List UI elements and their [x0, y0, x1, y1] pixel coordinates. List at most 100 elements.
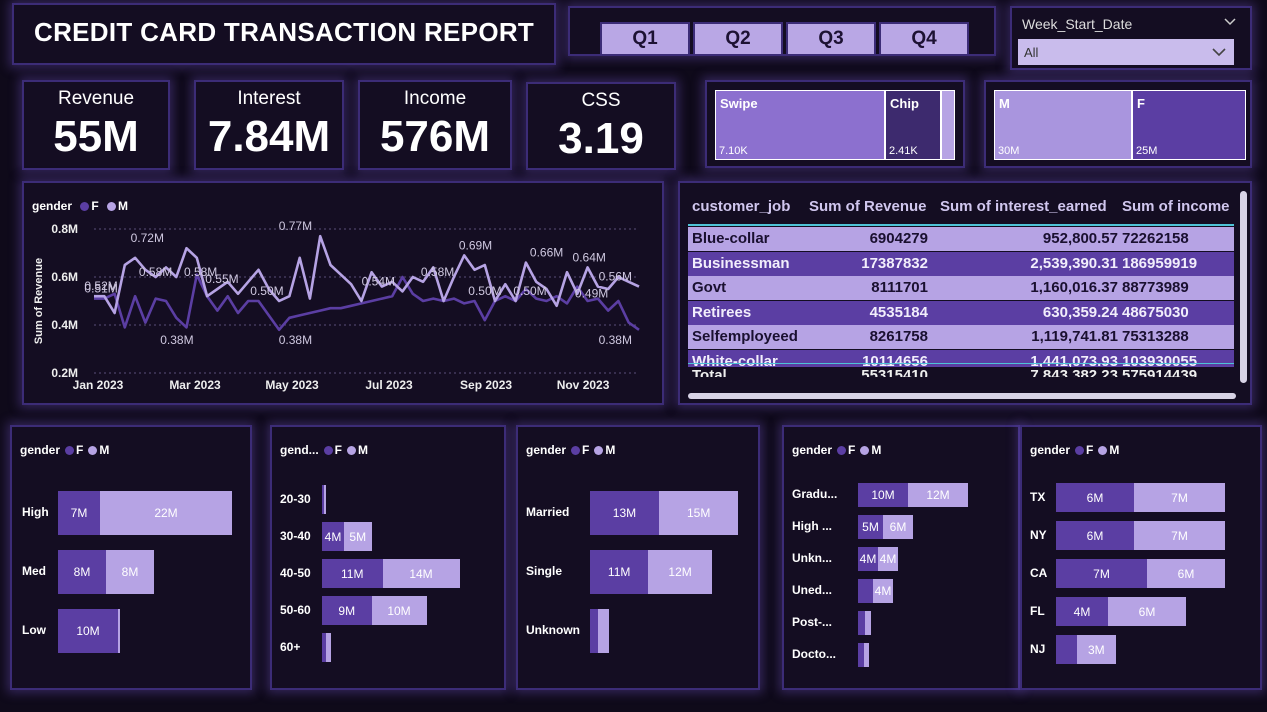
bar-segment-f[interactable]: 7M [58, 491, 100, 535]
bar-segment-m[interactable]: 6M [1108, 597, 1186, 626]
bar-segment-m[interactable]: 3M [1076, 635, 1116, 664]
bar-segment-f[interactable]: 9M [322, 596, 372, 625]
customer-job-table[interactable]: customer_job Sum of Revenue Sum of inter… [688, 191, 1234, 377]
bar-segment-f[interactable]: 6M [1056, 483, 1134, 512]
bar-segment-m[interactable] [118, 609, 121, 653]
bar-segment-m[interactable] [325, 633, 332, 662]
bar-segment-m[interactable]: 4M [878, 547, 898, 571]
table-horizontal-scrollbar[interactable] [688, 393, 1236, 399]
bar-segment-m[interactable]: 14M [382, 559, 460, 588]
bar-segment-m[interactable]: 4M [873, 579, 893, 603]
table-cell: 8111701 [871, 279, 928, 296]
legend-m: M [358, 443, 369, 457]
tile-other[interactable] [941, 90, 955, 160]
bar-segment-f[interactable] [1056, 635, 1077, 664]
table-row[interactable]: Blue-collar 6904279 952,800.57 72262158 [688, 227, 1234, 251]
kpi-revenue: Revenue 55M [22, 80, 170, 170]
bar-segment-f[interactable]: 13M [590, 491, 659, 535]
kpi-interest: Interest 7.84M [194, 80, 344, 170]
bar-segment-f[interactable]: 4M [1056, 597, 1108, 626]
revenue-line-chart[interactable]: 0.8M0.6M0.4M0.2MSum of RevenueJan 2023 Ma… [24, 183, 662, 403]
chart-legend: gender F M [526, 443, 615, 457]
bar-segment-m[interactable] [864, 611, 871, 635]
chart-legend: gend... F M [280, 443, 368, 457]
bar-segment-m[interactable]: 5M [344, 522, 372, 551]
total-row: Total 55315410 7,843,382.23 575914439 [688, 364, 1234, 377]
bar-segment-m[interactable]: 6M [1147, 559, 1225, 588]
gender-treemap: M 30M F 25M [984, 80, 1252, 168]
table-row[interactable]: Businessman 17387832 2,539,390.31 186959919 [688, 251, 1234, 276]
bar-segment-m[interactable]: 8M [106, 550, 154, 594]
bar-segment-m[interactable] [863, 643, 869, 667]
bar-segment-f[interactable]: 11M [590, 550, 649, 594]
bar-segment-f[interactable]: 7M [1056, 559, 1147, 588]
bar-segment-f[interactable]: 5M [858, 515, 883, 539]
bar-segment-f[interactable] [590, 609, 598, 653]
bar-segment-f[interactable]: 11M [322, 559, 383, 588]
legend-f: F [76, 443, 84, 457]
header-cell[interactable]: Sum of Revenue [809, 198, 927, 215]
table-cell: 4535184 [869, 303, 928, 321]
table-cell: 48675030 [1122, 303, 1189, 321]
category-label: Unkn... [792, 551, 833, 565]
legend-m: M [99, 443, 110, 457]
quarter-button-q3[interactable]: Q3 [786, 22, 876, 56]
total-cell: 55315410 [861, 367, 928, 377]
bar-segment-f[interactable] [858, 579, 873, 603]
y-tick-label: 0.4M [51, 318, 78, 332]
bar-segment-f[interactable]: 10M [858, 483, 908, 507]
table-row[interactable]: Retirees 4535184 630,359.24 48675030 [688, 300, 1234, 325]
bar-segment-f[interactable]: 6M [1056, 521, 1134, 550]
header-cell[interactable]: customer_job [692, 198, 790, 215]
data-label: 0.51M [84, 282, 117, 296]
legend-dot-f [571, 446, 581, 456]
bar-segment-m[interactable]: 22M [100, 491, 232, 535]
kpi-label: Revenue [57, 88, 135, 109]
bar-segment-m[interactable]: 12M [908, 483, 968, 507]
quarter-button-q4[interactable]: Q4 [879, 22, 969, 56]
category-label: Uned... [792, 583, 833, 597]
table-vertical-scrollbar[interactable] [1240, 191, 1247, 383]
table-row[interactable]: Govt 8111701 1,160,016.37 88773989 [688, 276, 1234, 300]
category-label: Docto... [792, 647, 836, 661]
category-label: FL [1030, 603, 1045, 618]
bar-segment-m[interactable]: 6M [883, 515, 913, 539]
tile-female[interactable]: F 25M [1132, 90, 1246, 160]
legend-dot-f [65, 446, 75, 456]
bar-segment-m[interactable]: 15M [658, 491, 739, 535]
quarter-button-q1[interactable]: Q1 [600, 22, 690, 56]
bar-segment-m[interactable] [597, 609, 609, 653]
marital-status-chart: gender F M Married 13M 15M Single 11M 12M Unknown [516, 425, 760, 690]
header-cell[interactable]: Sum of interest_earned [940, 198, 1107, 215]
quarter-slicer: Q1 Q2 Q3 Q4 [568, 6, 996, 56]
legend-f: F [582, 443, 590, 457]
header-cell[interactable]: Sum of income [1122, 198, 1230, 215]
bar-segment-f[interactable]: 4M [322, 522, 344, 551]
week-filter-dropdown[interactable]: All [1018, 39, 1234, 65]
bar-segment-m[interactable]: 7M [1134, 483, 1225, 512]
table-cell: 186959919 [1122, 254, 1198, 272]
legend-f: F [1086, 443, 1094, 457]
tile-swipe[interactable]: Swipe 7.10K [715, 90, 885, 160]
data-label: 0.50M [468, 284, 501, 298]
income-group-chart: gender F M High 7M 22M Med 8M 8M Low 10M [10, 425, 252, 690]
bar-segment-m[interactable]: 12M [648, 550, 712, 594]
table-row[interactable]: Selfemployeed 8261758 1,119,741.81 75313288 [688, 325, 1234, 349]
category-label: High ... [792, 519, 832, 533]
legend-f: F [334, 443, 343, 457]
bar-segment-f[interactable]: 10M [58, 609, 118, 653]
tile-chip[interactable]: Chip 2.41K [885, 90, 941, 160]
tile-male[interactable]: M 30M [994, 90, 1132, 160]
bar-segment-m[interactable]: 10M [371, 596, 427, 625]
bar-segment-m[interactable] [323, 485, 326, 514]
tile-label: F [1137, 96, 1145, 111]
bar-segment-f[interactable]: 4M [858, 547, 878, 571]
quarter-button-q2[interactable]: Q2 [693, 22, 783, 56]
chart-legend: gender F M [792, 443, 881, 457]
total-cell: Total [692, 367, 727, 377]
bar-segment-f[interactable]: 8M [58, 550, 106, 594]
chevron-down-icon[interactable] [1224, 18, 1236, 26]
kpi-css: CSS 3.19 [526, 82, 676, 170]
tile-label: M [999, 96, 1010, 111]
bar-segment-m[interactable]: 7M [1134, 521, 1225, 550]
